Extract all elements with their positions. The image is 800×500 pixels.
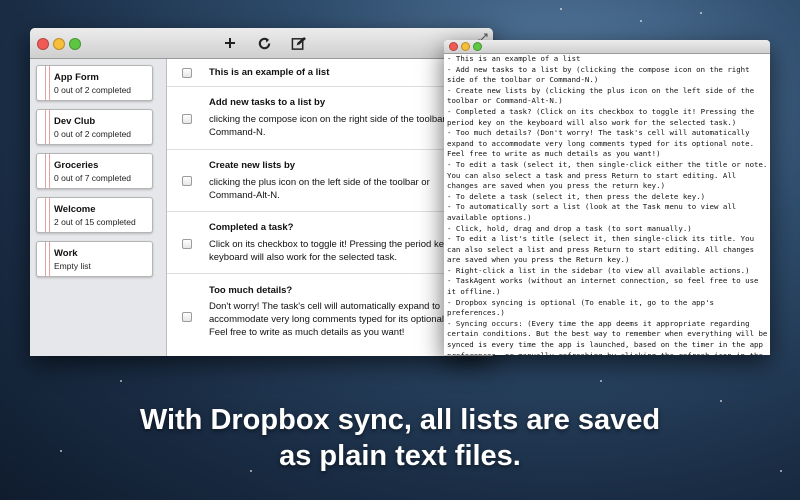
zoom-button[interactable]	[473, 42, 482, 51]
list-progress: 0 out of 2 completed	[54, 85, 132, 95]
list-name: Groceries	[54, 160, 99, 171]
main-window: App Form 0 out of 2 completed Dev Club 0…	[30, 28, 493, 356]
task-title: Completed a task?	[209, 222, 294, 233]
card-margin-line	[45, 154, 50, 188]
star	[120, 380, 122, 382]
task-checkbox[interactable]	[182, 312, 192, 322]
plain-text-content[interactable]: - This is an example of a list - Add new…	[447, 54, 768, 355]
task-title: This is an example of a list	[209, 67, 330, 78]
task-checkbox[interactable]	[182, 239, 192, 249]
window-controls	[449, 42, 482, 51]
plus-icon[interactable]	[220, 33, 240, 53]
list-progress: Empty list	[54, 261, 91, 271]
list-progress: 0 out of 7 completed	[54, 173, 132, 183]
toolbar	[220, 33, 308, 53]
refresh-icon[interactable]	[254, 33, 274, 53]
task-note: Don't worry! The task's cell will automa…	[209, 301, 468, 338]
star	[560, 8, 562, 10]
star	[640, 20, 642, 22]
window-controls	[37, 38, 81, 50]
editor-titlebar	[444, 40, 770, 54]
list-name: App Form	[54, 72, 99, 83]
list-card-app-form[interactable]: App Form 0 out of 2 completed	[36, 65, 153, 101]
list-card-dev-club[interactable]: Dev Club 0 out of 2 completed	[36, 109, 153, 145]
task-checkbox[interactable]	[182, 68, 192, 78]
card-margin-line	[45, 66, 50, 100]
task-note: Click on its checkbox to toggle it! Pres…	[209, 239, 462, 263]
card-margin-line	[45, 198, 50, 232]
list-card-work[interactable]: Work Empty list	[36, 241, 153, 277]
minimize-button[interactable]	[53, 38, 65, 50]
list-progress: 2 out of 15 completed	[54, 217, 136, 227]
text-editor-window: - This is an example of a list - Add new…	[444, 40, 770, 355]
caption-line-1: With Dropbox sync, all lists are saved	[139, 404, 661, 436]
task-title: Too much details?	[209, 285, 293, 296]
promo-caption: With Dropbox sync, all lists are saved a…	[0, 402, 800, 474]
card-margin-line	[45, 242, 50, 276]
compose-icon[interactable]	[288, 33, 308, 53]
card-margin-line	[45, 110, 50, 144]
zoom-button[interactable]	[69, 38, 81, 50]
task-checkbox[interactable]	[182, 114, 192, 124]
task-note: clicking the compose icon on the right s…	[209, 114, 457, 138]
list-name: Dev Club	[54, 116, 96, 127]
close-button[interactable]	[449, 42, 458, 51]
list-name: Welcome	[54, 204, 96, 215]
close-button[interactable]	[37, 38, 49, 50]
list-name: Work	[54, 248, 78, 259]
list-card-welcome[interactable]: Welcome 2 out of 15 completed	[36, 197, 153, 233]
caption-line-2: as plain text files.	[279, 440, 521, 472]
list-card-groceries[interactable]: Groceries 0 out of 7 completed	[36, 153, 153, 189]
task-title: Create new lists by	[209, 160, 296, 171]
main-titlebar	[30, 28, 493, 59]
minimize-button[interactable]	[461, 42, 470, 51]
task-checkbox[interactable]	[182, 176, 192, 186]
star	[700, 12, 702, 14]
task-note: clicking the plus icon on the left side …	[209, 177, 430, 201]
sidebar: App Form 0 out of 2 completed Dev Club 0…	[30, 59, 167, 356]
list-progress: 0 out of 2 completed	[54, 129, 132, 139]
star	[600, 380, 602, 382]
task-title: Add new tasks to a list by	[209, 97, 326, 108]
